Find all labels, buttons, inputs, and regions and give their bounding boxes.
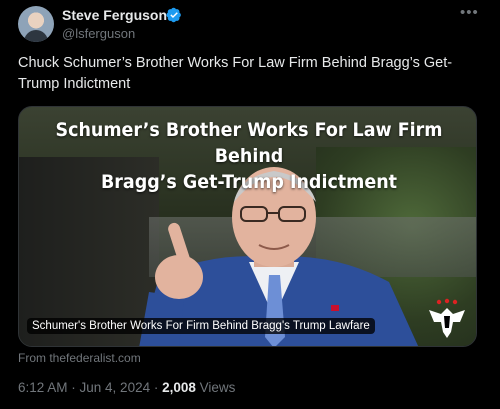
tweet-meta: 6:12 AM · Jun 4, 2024 · 2,008 Views	[18, 380, 235, 395]
link-card[interactable]: Schumer’s Brother Works For Law Firm Beh…	[18, 106, 477, 347]
tweet-date[interactable]: Jun 4, 2024	[80, 380, 151, 395]
card-headline-line1: Schumer’s Brother Works For Law Firm Beh…	[55, 119, 443, 167]
avatar-shoulders	[24, 30, 48, 42]
author-handle[interactable]: @lsferguson	[62, 26, 135, 41]
tweet-time[interactable]: 6:12 AM	[18, 380, 68, 395]
card-headline: Schumer’s Brother Works For Law Firm Beh…	[47, 117, 452, 195]
tweet-text: Chuck Schumer’s Brother Works For Law Fi…	[18, 55, 453, 92]
eagle-logo-icon	[429, 298, 465, 338]
verified-badge-icon	[166, 7, 181, 23]
avatar[interactable]	[18, 6, 54, 42]
views-count: 2,008	[162, 380, 196, 395]
more-options-icon[interactable]: •••	[460, 4, 478, 22]
author-name[interactable]: Steve Ferguson	[62, 7, 167, 23]
card-headline-line2: Bragg’s Get-Trump Indictment	[100, 171, 398, 193]
meta-separator: ·	[150, 380, 163, 395]
card-source-link[interactable]: From thefederalist.com	[18, 351, 141, 365]
views-label: Views	[195, 380, 236, 395]
meta-separator: ·	[67, 380, 80, 395]
card-caption: Schumer's Brother Works For Firm Behind …	[27, 318, 375, 334]
